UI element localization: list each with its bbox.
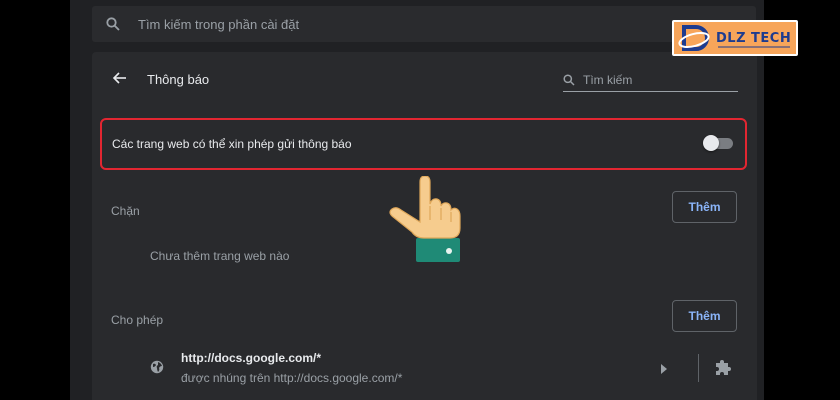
chevron-right-icon[interactable] [660, 361, 670, 374]
allowed-section-title: Cho phép [111, 313, 164, 327]
dlz-tech-logo: DLZ TECH [672, 20, 798, 56]
blocked-empty-message: Chưa thêm trang web nào [150, 249, 290, 263]
search-icon [563, 73, 577, 87]
settings-search-bar[interactable]: Tìm kiếm trong phần cài đặt [92, 6, 756, 42]
logo-brand-text: DLZ TECH [716, 30, 792, 46]
logo-tagline-line [718, 46, 790, 48]
page-title: Thông báo [147, 72, 210, 87]
add-allowed-button[interactable]: Thêm [672, 300, 737, 332]
notifications-search-input[interactable]: Tìm kiếm [563, 69, 738, 92]
notifications-search-label: Tìm kiếm [583, 73, 633, 87]
divider [698, 354, 699, 382]
dlz-logo-mark-icon [678, 25, 710, 51]
add-blocked-button[interactable]: Thêm [672, 191, 737, 223]
ask-permission-label: Các trang web có thể xin phép gửi thông … [112, 137, 352, 151]
ask-permission-setting-row[interactable]: Các trang web có thể xin phép gửi thông … [100, 118, 747, 170]
blocked-section-title: Chặn [111, 204, 140, 218]
site-embedded-detail: được nhúng trên http://docs.google.com/* [181, 371, 403, 385]
search-icon [106, 16, 122, 32]
site-url: http://docs.google.com/* [181, 351, 321, 365]
puzzle-extension-icon[interactable] [714, 358, 734, 378]
back-arrow-icon[interactable] [112, 70, 132, 90]
allowed-site-row[interactable]: http://docs.google.com/* được nhúng trên… [92, 338, 757, 398]
pointing-hand-icon [389, 176, 461, 262]
settings-search-placeholder: Tìm kiếm trong phần cài đặt [138, 16, 300, 32]
ask-permission-toggle[interactable] [703, 135, 733, 151]
globe-icon [150, 360, 166, 376]
toggle-knob [703, 135, 719, 151]
